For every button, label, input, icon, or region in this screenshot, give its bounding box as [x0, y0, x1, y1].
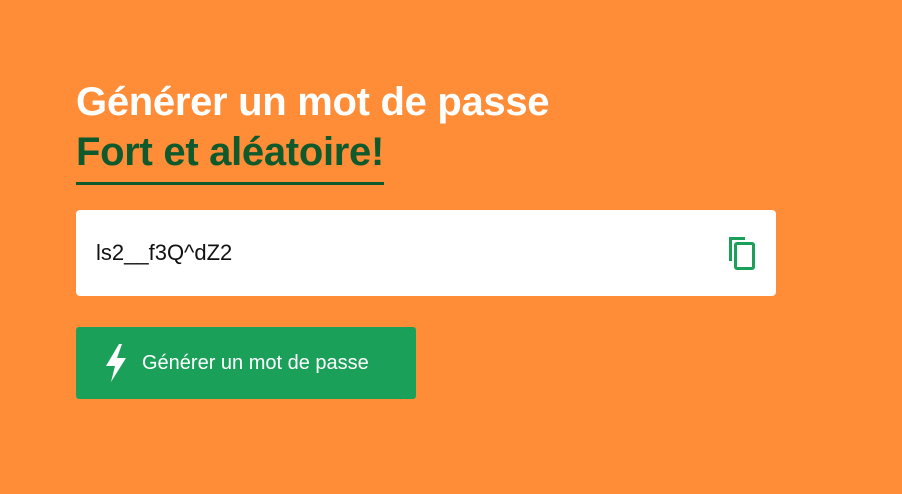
copy-button[interactable] — [724, 233, 758, 273]
generate-password-button[interactable]: Générer un mot de passe — [76, 327, 416, 399]
password-output-field[interactable]: ls2__f3Q^dZ2 — [76, 210, 776, 296]
generator-panel: Générer un mot de passe Fort et aléatoir… — [76, 78, 776, 399]
page-subtitle: Fort et aléatoire! — [76, 128, 384, 185]
lightning-bolt-icon — [102, 343, 130, 383]
generate-button-label: Générer un mot de passe — [142, 351, 369, 374]
page-title: Générer un mot de passe — [76, 80, 550, 124]
copy-icon — [729, 237, 755, 270]
password-value[interactable]: ls2__f3Q^dZ2 — [96, 240, 232, 266]
